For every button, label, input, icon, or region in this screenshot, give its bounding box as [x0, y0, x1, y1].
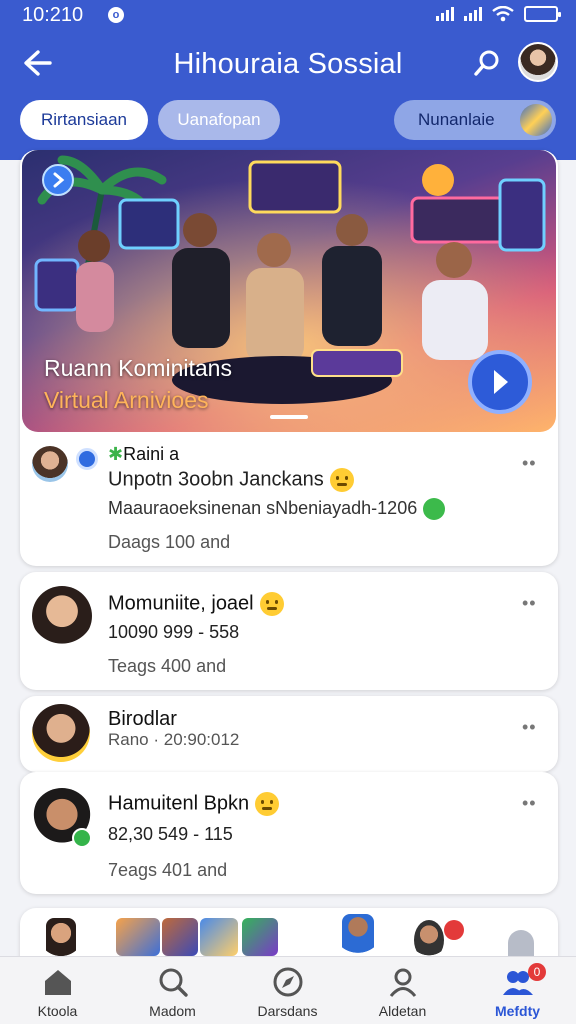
more-options-icon[interactable]: ••	[522, 594, 542, 612]
play-icon	[494, 370, 508, 394]
home-icon	[45, 970, 71, 995]
post-subtitle: Rano · 20:90:012	[108, 730, 240, 749]
filter-chips: Rirtansiaan Uanafopan Nunanlaie	[0, 100, 576, 140]
smile-emoji-icon	[255, 792, 280, 816]
post-subtitle: 82,30 549 - 115	[108, 824, 233, 844]
post-item[interactable]: Birodlar Rano · 20:90:012 ••	[20, 696, 558, 772]
post-title-text: Unpotn 3oobn Janckans	[108, 468, 324, 491]
nav-explore[interactable]: Darsdans	[230, 957, 345, 1024]
chip-nunanlaie[interactable]: Nunanlaie	[394, 100, 556, 140]
post-item[interactable]: ✱Raini a Unpotn 3oobn Janckans Maauraoek…	[20, 432, 558, 566]
story-avatar[interactable]	[342, 914, 374, 960]
carousel-indicator	[270, 415, 308, 419]
story-avatar[interactable]	[414, 920, 444, 960]
post-subtitle-text: Maauraoeksinenan sNbeniayadh-1206	[108, 498, 418, 518]
green-emoji-icon	[423, 498, 446, 521]
post-subtitle: Maauraoeksinenan sNbeniayadh-1206	[108, 498, 446, 521]
play-button[interactable]	[468, 350, 532, 414]
story-thumb[interactable]	[242, 918, 278, 956]
post-title: Birodlar	[108, 708, 177, 730]
post-author: ✱Raini a	[108, 444, 179, 465]
post-title: Hamuitenl Bpkn	[108, 792, 280, 816]
signal-icon	[436, 7, 454, 21]
nav-search[interactable]: Madom	[115, 957, 230, 1024]
nav-label: Ktoola	[37, 1003, 78, 1019]
status-notification-icon: o	[108, 7, 124, 23]
explore-icon	[273, 967, 303, 997]
nav-label: Mefdty	[494, 1003, 541, 1019]
post-meta: 7eags 401 and	[108, 860, 228, 880]
more-options-icon[interactable]: ••	[522, 718, 542, 736]
post-title-text: Hamuitenl Bpkn	[108, 792, 250, 815]
chip-thumbnail	[520, 104, 552, 136]
avatar	[32, 446, 68, 482]
story-thumb[interactable]	[162, 918, 198, 956]
post-item[interactable]: Hamuitenl Bpkn 82,30 549 - 115 7eags 401…	[20, 772, 558, 894]
hero-badge-icon	[42, 164, 74, 196]
status-icons	[436, 6, 561, 22]
avatar	[32, 704, 90, 762]
search-icon	[474, 50, 499, 76]
status-bar: 10:210 o	[0, 0, 576, 30]
nav-community[interactable]: 0 Mefdty	[460, 957, 575, 1024]
battery-icon	[524, 6, 561, 22]
hero-subtitle: Virtual Arnivioes	[44, 387, 209, 413]
notification-badge-icon	[444, 920, 464, 940]
post-title: Momuniite, joael	[108, 592, 284, 616]
chip-uanafopan[interactable]: Uanafopan	[158, 100, 280, 140]
signal-2-icon	[464, 7, 482, 21]
sparkle-icon: ✱	[108, 444, 124, 464]
featured-image: Ruann Kominitans Virtual Arnivioes	[22, 150, 556, 432]
profile-avatar[interactable]	[518, 42, 558, 82]
nav-label: Aldetan	[378, 1003, 427, 1019]
more-options-icon[interactable]: ••	[522, 454, 542, 472]
nav-label: Madom	[149, 1003, 196, 1019]
app-header: 10:210 o Hihouraia Sossial Rirtansiaan U…	[0, 0, 576, 160]
search-button[interactable]	[472, 48, 502, 78]
profile-icon	[389, 968, 417, 997]
author-name: Raini a	[123, 444, 180, 464]
verified-badge-icon	[72, 828, 92, 848]
story-thumb[interactable]	[200, 918, 238, 956]
post-meta: Teags 400 and	[108, 656, 227, 676]
chip-label: Nunanlaie	[418, 110, 495, 129]
online-badge-icon	[76, 448, 98, 470]
top-bar: Hihouraia Sossial	[0, 38, 576, 88]
search-icon	[159, 968, 188, 997]
hero-title: Ruann Kominitans	[44, 355, 232, 381]
smile-emoji-icon	[259, 592, 284, 616]
avatar	[32, 586, 92, 646]
nav-badge: 0	[528, 963, 546, 981]
post-item[interactable]: Momuniite, joael 10090 999 - 558 Teags 4…	[20, 572, 558, 690]
chip-rirtansiaan[interactable]: Rirtansiaan	[20, 100, 148, 140]
featured-card[interactable]: Ruann Kominitans Virtual Arnivioes ✱Rain…	[20, 150, 558, 566]
nav-label: Darsdans	[257, 1003, 318, 1019]
post-title-text: Momuniite, joael	[108, 592, 254, 615]
status-time: 10:210	[22, 4, 84, 26]
bottom-navigation: Ktoola Madom Darsdans Aldetan 0 Mefdty	[0, 956, 576, 1024]
more-options-icon[interactable]: ••	[522, 794, 542, 812]
smile-emoji-icon	[329, 468, 354, 492]
story-thumb[interactable]	[116, 918, 160, 956]
post-meta: Daags 100 and	[108, 532, 231, 552]
post-subtitle: 10090 999 - 558	[108, 622, 240, 642]
wifi-icon	[492, 6, 514, 22]
nav-profile[interactable]: Aldetan	[345, 957, 460, 1024]
post-title: Unpotn 3oobn Janckans	[108, 468, 354, 492]
nav-home[interactable]: Ktoola	[0, 957, 115, 1024]
